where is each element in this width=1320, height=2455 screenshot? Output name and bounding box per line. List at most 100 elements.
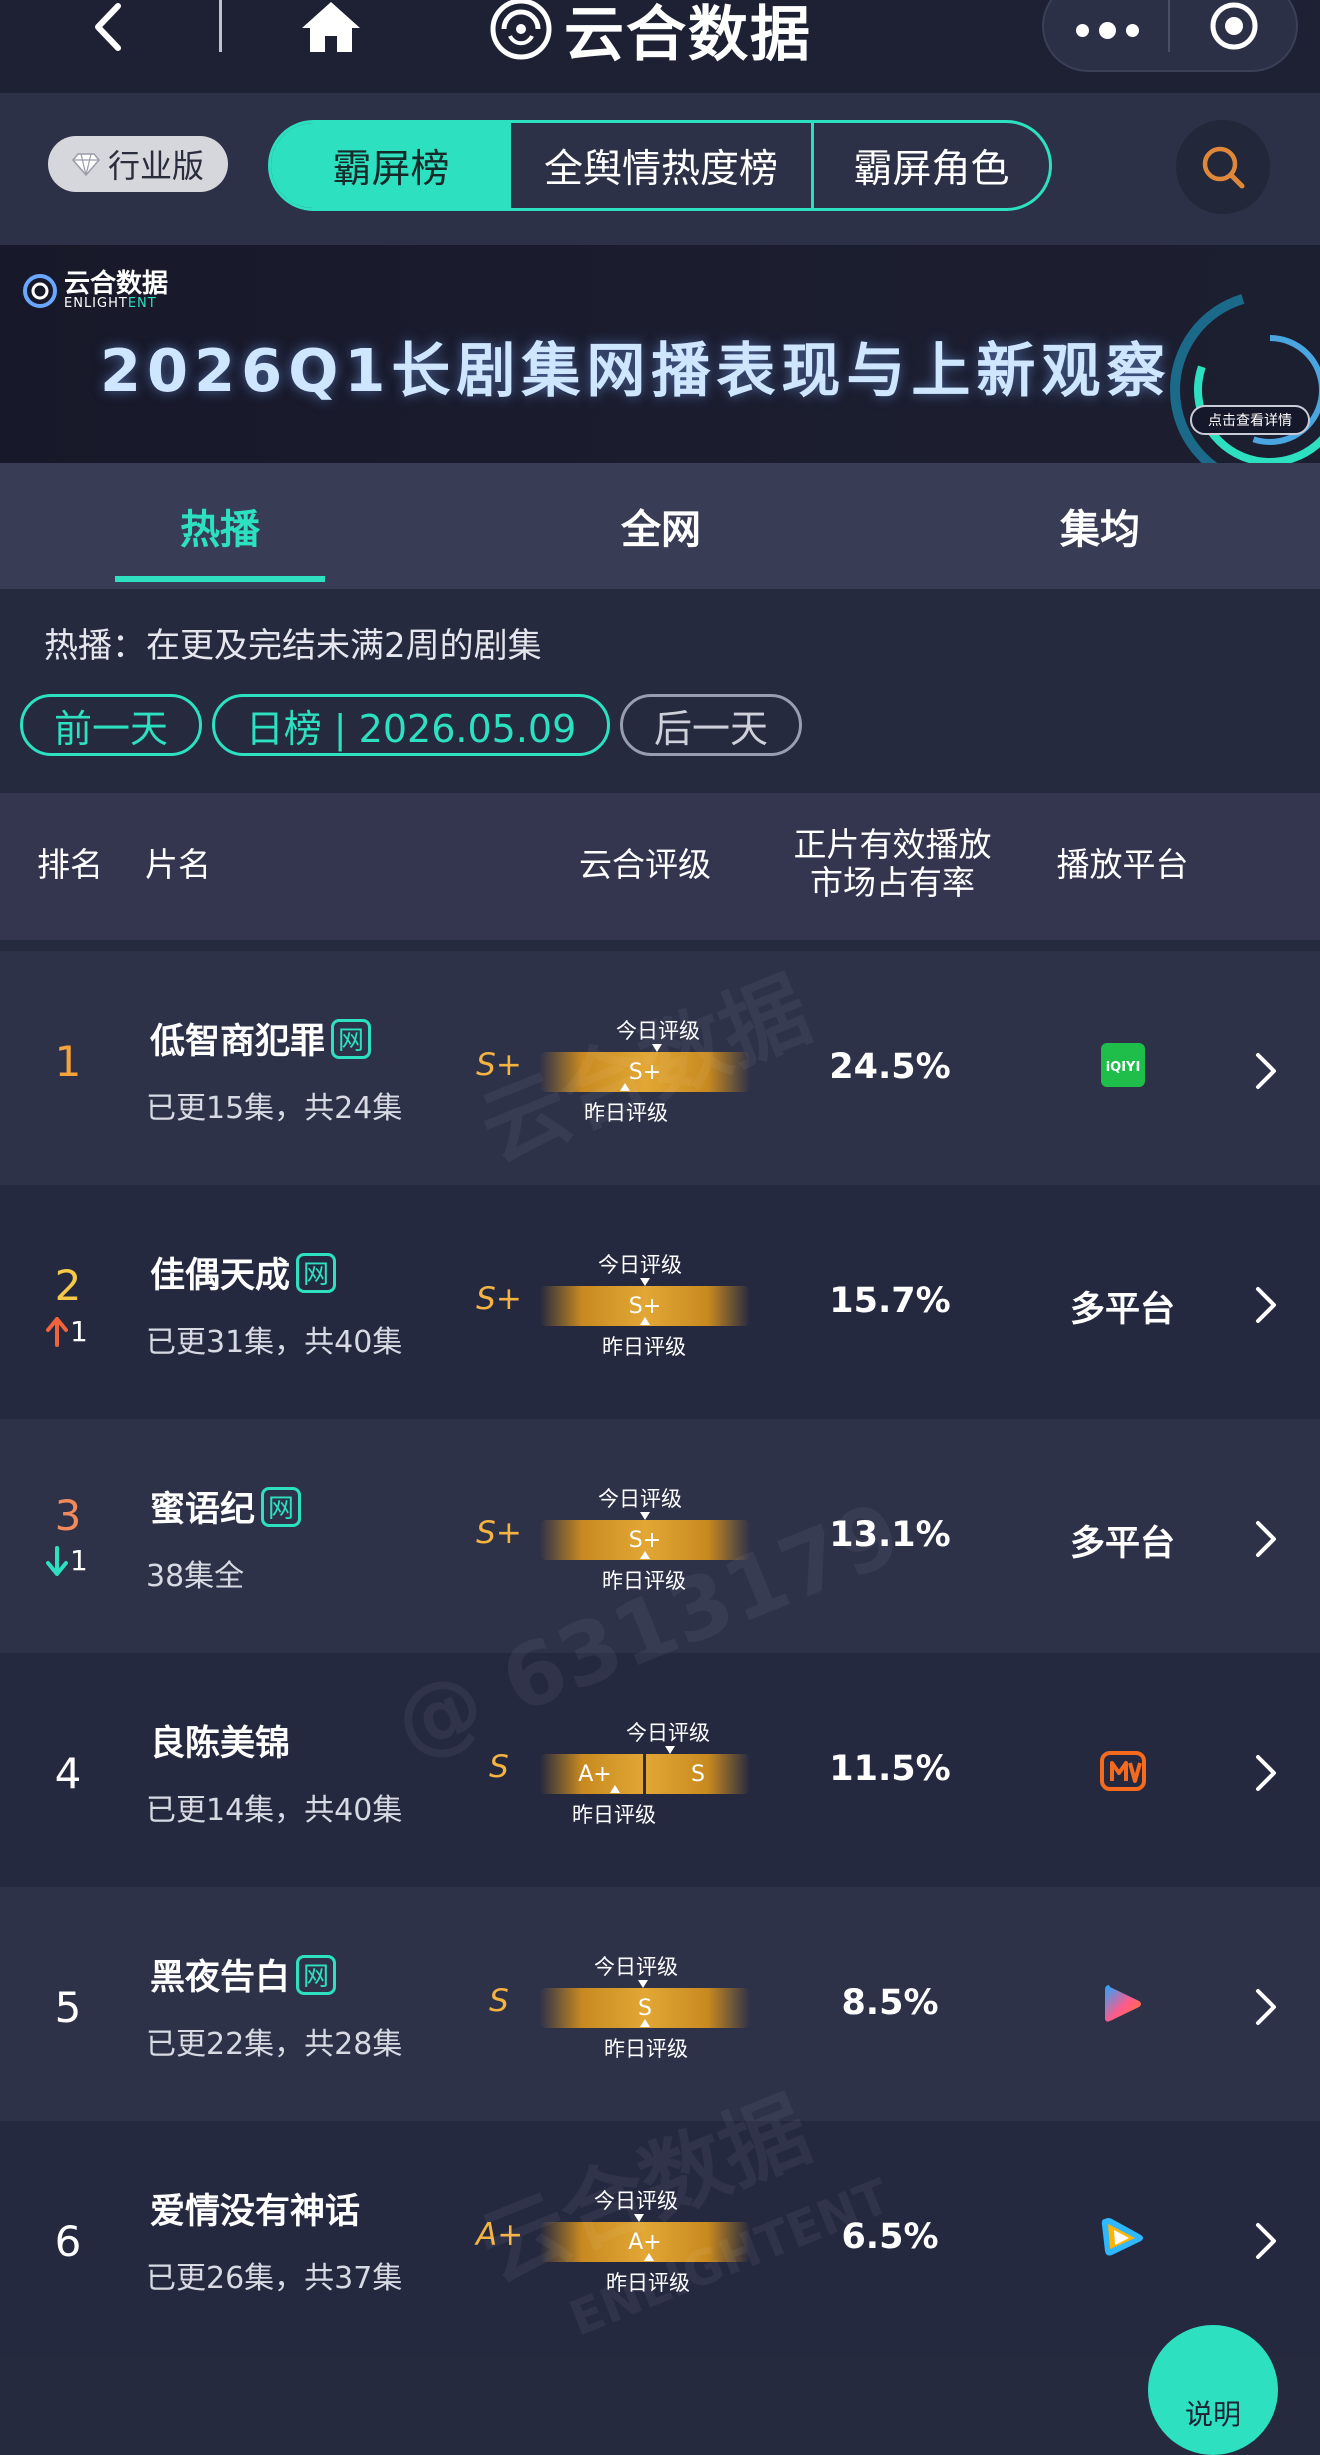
- tab-per-episode[interactable]: 集均: [995, 463, 1205, 589]
- segment-screen-dominance[interactable]: 霸屏榜: [271, 123, 511, 208]
- header-rating: 云合评级: [579, 845, 711, 884]
- header-platform: 播放平台: [1056, 845, 1189, 884]
- active-tab-indicator: [115, 576, 325, 582]
- search-icon: [1202, 146, 1245, 189]
- table-row[interactable]: 6 爱情没有神话 已更26集，共37集 A+ 今日评级 A+ 昨日评级 6.5%: [0, 2121, 1320, 2355]
- show-title[interactable]: 黑夜告白网: [150, 1949, 337, 2000]
- table-row[interactable]: 4 良陈美锦 已更14集，共40集 S 今日评级 A+ S 昨日评级 11.5%: [0, 1653, 1320, 1887]
- chevron-right-icon[interactable]: [1250, 1285, 1280, 1325]
- table-row[interactable]: 2 1 佳偶天成网 已更31集，共40集 S+ 今日评级 S+ 昨日评级 15.…: [0, 1185, 1320, 1419]
- table-row[interactable]: 1 低智商犯罪网 已更15集，共24集 S+ 今日评级 S+ 昨日评级 24.5…: [0, 951, 1320, 1185]
- chevron-right-icon[interactable]: [1250, 1987, 1280, 2027]
- previous-day-button[interactable]: 前一天: [20, 694, 202, 756]
- episode-status: 已更31集，共40集: [146, 1325, 403, 1360]
- yesterday-marker: [620, 1083, 630, 1091]
- rank-change-value: 1: [70, 1544, 88, 1577]
- close-miniprogram-button[interactable]: [1208, 0, 1260, 52]
- platform-cell[interactable]: 多平台: [1040, 1281, 1205, 1332]
- yesterday-grade-label: 昨日评级: [602, 1335, 686, 1359]
- app-title-text: 云合数据: [564, 0, 812, 70]
- banner-detail-button[interactable]: 点击查看详情: [1190, 405, 1310, 435]
- today-grade-label: 今日评级: [598, 1253, 682, 1277]
- board-nav: 行业版 霸屏榜 全舆情热度榜 霸屏角色: [0, 93, 1320, 245]
- industry-badge-label: 行业版: [107, 147, 204, 185]
- show-title[interactable]: 爱情没有神话: [150, 2183, 360, 2234]
- arrow-down-icon: [46, 1545, 68, 1576]
- enlightent-logo-icon: [490, 0, 552, 60]
- current-grade: S+: [476, 1281, 522, 1317]
- diamond-icon: [72, 153, 100, 176]
- board-description: 热播：在更及完结未满2周的剧集: [44, 626, 542, 666]
- show-title-text: 佳偶天成: [150, 1256, 291, 1296]
- platform-cell[interactable]: 多平台: [1040, 1515, 1205, 1566]
- chevron-right-icon[interactable]: [1250, 2221, 1280, 2261]
- grade-bar-label: S+: [628, 1059, 662, 1085]
- today-grade-label: 今日评级: [626, 1721, 710, 1745]
- platform-cell[interactable]: iQIYI: [1040, 1043, 1205, 1087]
- today-marker: [638, 1980, 648, 1988]
- platform-cell[interactable]: [1040, 2215, 1205, 2261]
- banner-logo-en-a: ENLIGHT: [64, 296, 128, 311]
- today-marker: [665, 1746, 675, 1754]
- search-button[interactable]: [1176, 120, 1270, 214]
- show-title-text: 良陈美锦: [150, 1724, 291, 1764]
- header-share: 正片有效播放 市场占有率: [770, 826, 1015, 902]
- current-grade: S: [489, 1749, 509, 1785]
- help-button[interactable]: 说明: [1148, 2325, 1278, 2455]
- grade-bar: S+: [540, 1052, 750, 1092]
- show-title[interactable]: 蜜语纪网: [150, 1481, 302, 1532]
- yesterday-marker: [640, 2019, 650, 2027]
- show-title[interactable]: 良陈美锦: [150, 1715, 290, 1766]
- rank-change: 1: [46, 1315, 88, 1348]
- today-grade-label: 今日评级: [594, 2189, 678, 2213]
- platform-cell[interactable]: [1040, 1981, 1205, 2027]
- table-header: 排名 片名 云合评级 正片有效播放 市场占有率 播放平台: [0, 793, 1320, 940]
- date-picker[interactable]: 日榜 | 2026.05.09: [212, 694, 610, 756]
- market-share: 13.1%: [829, 1515, 951, 1555]
- episode-status: 38集全: [146, 1559, 245, 1594]
- tab-all-network[interactable]: 全网: [556, 463, 766, 589]
- market-share: 11.5%: [829, 1749, 951, 1789]
- market-share: 24.5%: [829, 1047, 951, 1087]
- current-grade: S: [489, 1983, 509, 2019]
- show-title-text: 低智商犯罪: [150, 1022, 326, 1062]
- platform-cell[interactable]: [1040, 1747, 1205, 1793]
- header-share-line2: 市场占有率: [810, 863, 975, 902]
- yesterday-grade-label: 昨日评级: [604, 2037, 688, 2061]
- show-title-text: 黑夜告白: [150, 1958, 291, 1998]
- industry-edition-badge[interactable]: 行业版: [48, 136, 228, 192]
- chevron-right-icon[interactable]: [1250, 1753, 1280, 1793]
- market-share: 15.7%: [829, 1281, 951, 1321]
- yesterday-marker: [610, 1785, 620, 1793]
- show-title[interactable]: 佳偶天成网: [150, 1247, 337, 1298]
- show-title-text: 爱情没有神话: [150, 2192, 361, 2232]
- today-grade-label: 今日评级: [616, 1019, 700, 1043]
- today-grade-label: 今日评级: [594, 1955, 678, 1979]
- episode-status: 已更14集，共40集: [146, 1793, 403, 1828]
- more-button[interactable]: [1076, 22, 1139, 39]
- table-row[interactable]: 3 1 蜜语纪网 38集全 S+ 今日评级 S+ 昨日评级 13.1% 多平台: [0, 1419, 1320, 1653]
- table-row[interactable]: 5 黑夜告白网 已更22集，共28集 S 今日评级 S 昨日评级 8.5%: [0, 1887, 1320, 2121]
- current-grade: S+: [476, 1047, 522, 1083]
- show-title[interactable]: 低智商犯罪网: [150, 1013, 372, 1064]
- episode-status: 已更26集，共37集: [146, 2261, 403, 2296]
- svg-text:iQIYI: iQIYI: [1105, 1060, 1140, 1075]
- back-button[interactable]: [90, 0, 130, 60]
- home-icon: [302, 2, 360, 52]
- segment-sentiment-heat[interactable]: 全舆情热度榜: [511, 123, 814, 208]
- category-tabs: 热播 全网 集均: [0, 463, 1320, 589]
- divider: [219, 0, 222, 52]
- segment-dominant-roles[interactable]: 霸屏角色: [814, 123, 1049, 208]
- yesterday-grade-label: 昨日评级: [584, 1101, 668, 1125]
- next-day-button[interactable]: 后一天: [620, 694, 802, 756]
- chevron-right-icon[interactable]: [1250, 1051, 1280, 1091]
- today-grade-label: 今日评级: [598, 1487, 682, 1511]
- promo-banner[interactable]: 云合数据 ENLIGHTENT 2026Q1长剧集网播表现与上新观察 点击查看详…: [0, 245, 1320, 463]
- arrow-up-icon: [46, 1316, 68, 1347]
- web-drama-tag: 网: [296, 1252, 337, 1293]
- tab-hot[interactable]: 热播: [115, 463, 325, 589]
- current-grade: A+: [476, 2217, 524, 2253]
- home-button[interactable]: [300, 0, 362, 60]
- chevron-right-icon[interactable]: [1250, 1519, 1280, 1559]
- capsule-divider: [1168, 0, 1170, 52]
